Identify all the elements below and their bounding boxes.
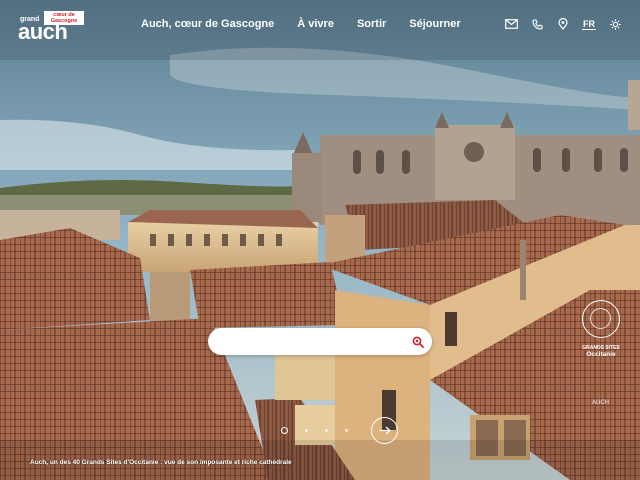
seal-icon [582, 300, 620, 338]
photo-caption: Auch, un des 40 Grands Sites d'Occitanie… [30, 459, 292, 466]
carousel-next-button[interactable] [371, 417, 398, 444]
sun-icon[interactable] [608, 17, 622, 31]
nav-item-a-vivre[interactable]: À vivre [297, 18, 334, 30]
carousel-dot-3[interactable] [325, 429, 328, 432]
seal-line-2: Occitanie [586, 351, 616, 358]
carousel-dot-1[interactable] [281, 427, 288, 434]
language-selector[interactable]: FR [582, 19, 596, 30]
header-tools: FR [504, 17, 622, 31]
photo-credit: AUCH [592, 400, 610, 406]
logo-wordmark: auch [18, 19, 68, 44]
nav-item-sortir[interactable]: Sortir [357, 18, 386, 30]
grands-sites-label: GRANDS SITES Occitanie [576, 300, 626, 358]
carousel-dot-2[interactable] [305, 429, 308, 432]
search-icon[interactable] [412, 335, 424, 348]
site-logo[interactable]: grand cœur de Gascogne auch [18, 11, 90, 44]
location-pin-icon[interactable] [556, 17, 570, 31]
carousel-dots [281, 427, 348, 434]
mail-icon[interactable] [504, 17, 518, 31]
arrow-right-icon [379, 422, 391, 440]
carousel-dot-4[interactable] [345, 429, 348, 432]
main-nav: Auch, cœur de Gascogne À vivre Sortir Sé… [141, 18, 461, 30]
nav-item-sejourner[interactable]: Séjourner [409, 18, 460, 30]
phone-icon[interactable] [530, 17, 544, 31]
nav-item-auch[interactable]: Auch, cœur de Gascogne [141, 18, 274, 30]
hero-photo [0, 0, 640, 480]
search-input[interactable] [220, 333, 414, 352]
search-bar [208, 328, 432, 355]
